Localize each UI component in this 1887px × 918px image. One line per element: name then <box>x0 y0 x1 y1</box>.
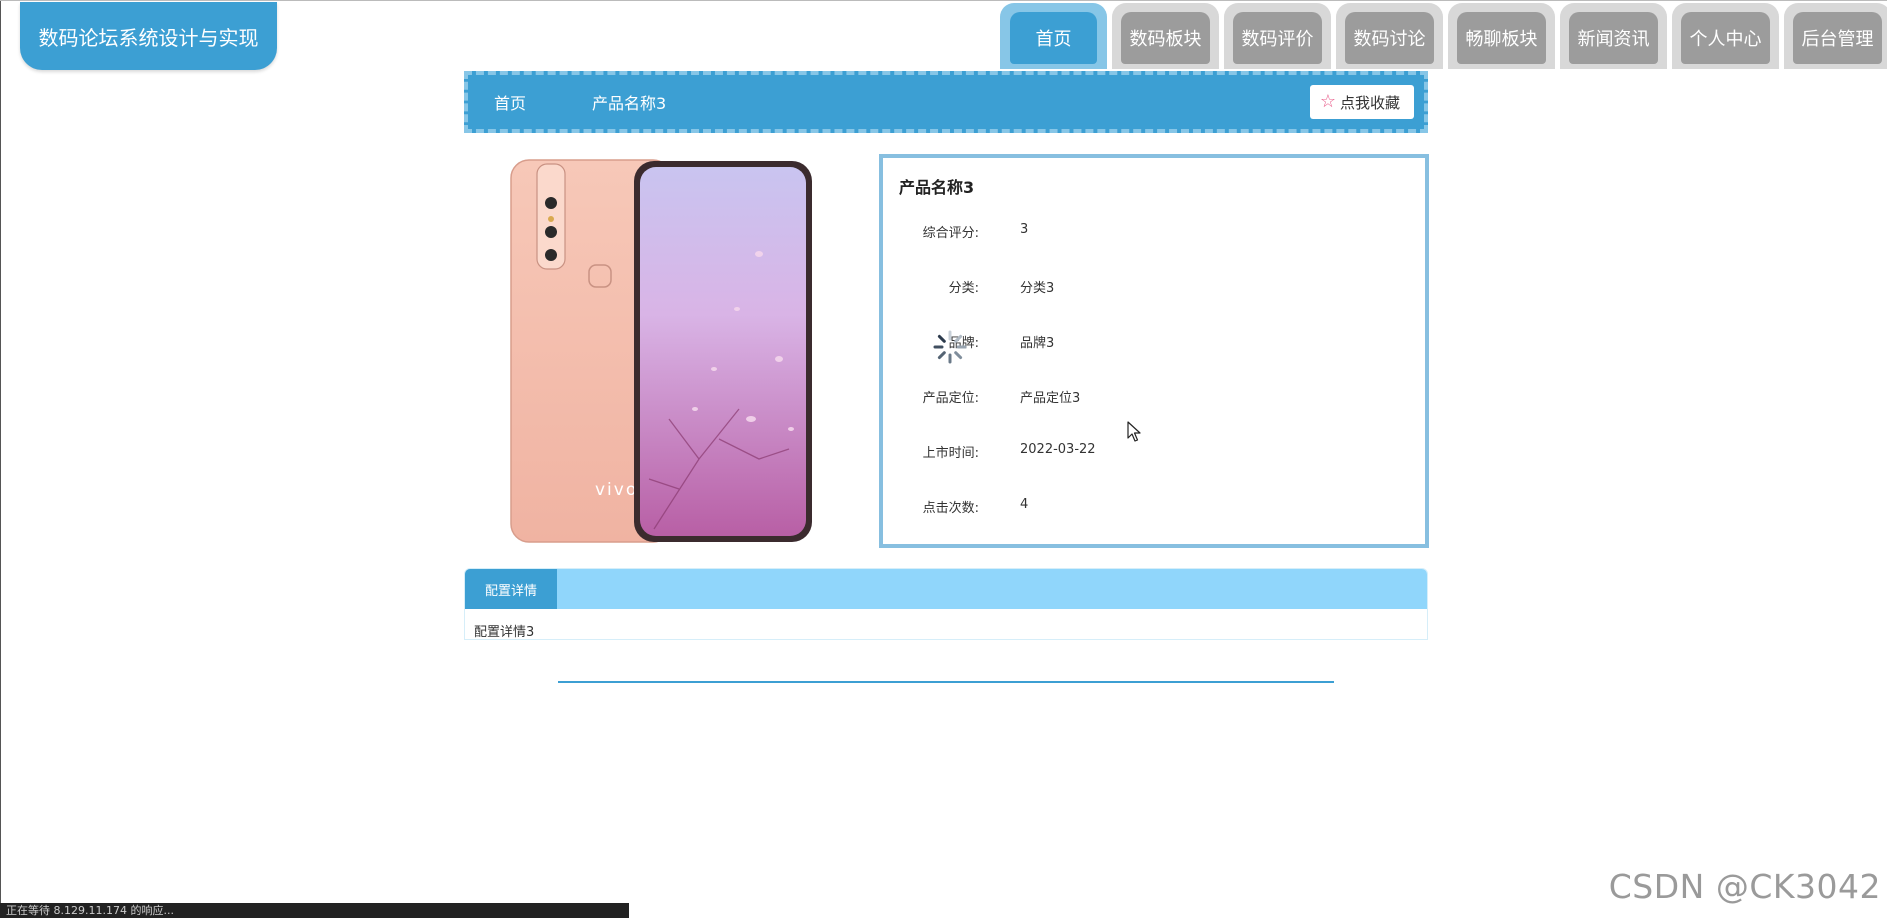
info-row-positioning: 产品定位: 产品定位3 <box>883 387 1425 407</box>
product-title: 产品名称3 <box>899 178 975 197</box>
info-value: 品牌3 <box>1020 336 1055 351</box>
nav-tab-label: 个人中心 <box>1681 12 1770 64</box>
nav-tab-home[interactable]: 首页 <box>1000 3 1107 69</box>
star-outline-icon: ☆ <box>1319 91 1336 112</box>
window-top-border <box>0 0 1887 1</box>
info-value: 分类3 <box>1020 281 1055 296</box>
nav-tab-chat-section[interactable]: 畅聊板块 <box>1448 3 1555 69</box>
info-value: 产品定位3 <box>1020 391 1081 406</box>
nav-tab-digital-discussion[interactable]: 数码讨论 <box>1336 3 1443 69</box>
info-label: 上市时间: <box>922 446 979 461</box>
window-left-border <box>0 0 1 918</box>
breadcrumb-home-link[interactable]: 首页 <box>494 90 526 114</box>
top-navigation: 首页 数码板块 数码评价 数码讨论 畅聊板块 新闻资讯 个人中心 后台管理 <box>1000 3 1887 69</box>
favorite-button[interactable]: ☆ 点我收藏 <box>1309 85 1414 119</box>
nav-tab-label: 数码讨论 <box>1345 12 1434 64</box>
nav-tab-label: 新闻资讯 <box>1569 12 1658 64</box>
nav-tab-label: 数码评价 <box>1233 12 1322 64</box>
nav-tab-personal-center[interactable]: 个人中心 <box>1672 3 1779 69</box>
nav-tab-admin[interactable]: 后台管理 <box>1784 3 1887 69</box>
nav-tab-label: 后台管理 <box>1793 12 1882 64</box>
mouse-cursor-icon <box>1127 421 1141 442</box>
info-row-click-count: 点击次数: 4 <box>883 497 1425 517</box>
breadcrumb-current: 产品名称3 <box>592 94 667 113</box>
info-row-rating: 综合评分: 3 <box>883 222 1425 242</box>
info-label: 综合评分: <box>922 226 979 241</box>
info-label: 分类: <box>948 281 979 296</box>
config-details-content: 配置详情3 <box>474 625 535 640</box>
favorite-button-label: 点我收藏 <box>1339 93 1400 112</box>
loading-spinner-icon <box>933 330 967 364</box>
browser-status-bar: 正在等待 8.129.11.174 的响应... <box>0 903 629 918</box>
product-detail-tabs: 配置详情 配置详情3 <box>464 568 1428 640</box>
section-divider <box>558 681 1334 683</box>
product-info-panel: 产品名称3 综合评分: 3 分类: 分类3 品牌: 品牌3 产品定位: 产品定位… <box>879 154 1429 548</box>
vivo-logo-text: vivo <box>595 480 638 500</box>
info-row-release-date: 上市时间: 2022-03-22 <box>883 442 1425 462</box>
nav-tab-label: 数码板块 <box>1121 12 1210 64</box>
site-logo[interactable]: 数码论坛系统设计与实现 <box>20 2 277 70</box>
detail-tab-header: 配置详情 <box>465 569 1427 609</box>
info-label: 产品定位: <box>922 391 979 406</box>
info-label: 点击次数: <box>922 501 979 516</box>
product-image: vivo <box>510 159 812 543</box>
tab-config-details[interactable]: 配置详情 <box>465 569 557 609</box>
nav-tab-news[interactable]: 新闻资讯 <box>1560 3 1667 69</box>
info-value: 3 <box>1020 222 1029 237</box>
nav-tab-label: 畅聊板块 <box>1457 12 1546 64</box>
breadcrumb: 首页 产品名称3 ☆ 点我收藏 <box>464 71 1428 133</box>
info-row-category: 分类: 分类3 <box>883 277 1425 297</box>
nav-tab-digital-reviews[interactable]: 数码评价 <box>1224 3 1331 69</box>
info-value: 4 <box>1020 497 1029 512</box>
watermark: CSDN @CK3042 <box>1608 867 1881 906</box>
nav-tab-digital-sections[interactable]: 数码板块 <box>1112 3 1219 69</box>
info-value: 2022-03-22 <box>1020 442 1096 457</box>
nav-tab-label: 首页 <box>1010 12 1097 64</box>
